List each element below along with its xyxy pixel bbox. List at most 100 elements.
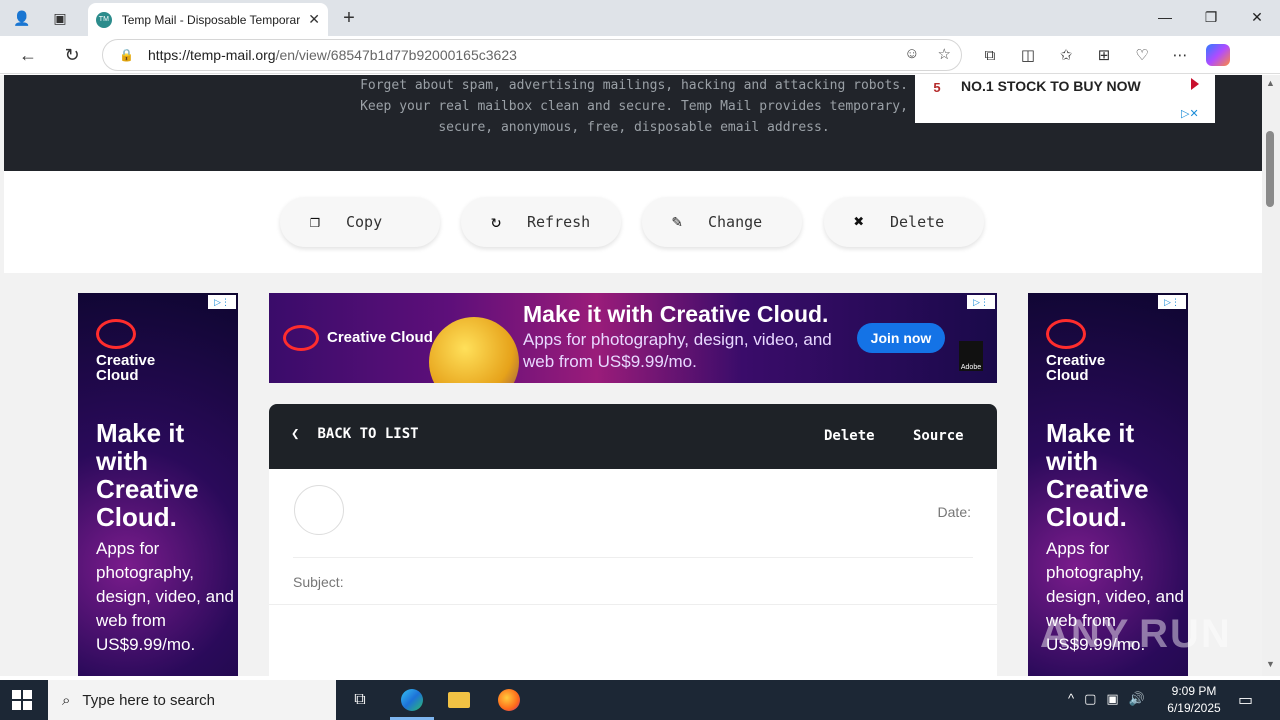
adchoices-icon[interactable]: ▷⋮ xyxy=(967,295,995,309)
join-now-button[interactable]: Join now xyxy=(857,323,945,353)
tray-device-icon[interactable]: ▢ xyxy=(1084,691,1096,707)
restore-icon[interactable]: ❐ xyxy=(1188,0,1234,34)
reading-mode-icon[interactable]: ☺ xyxy=(904,45,919,63)
web-page: Forget about spam, advertising mailings,… xyxy=(0,75,1262,676)
file-explorer-icon[interactable] xyxy=(446,688,472,712)
refresh-button[interactable]: ↻ Refresh xyxy=(461,197,621,247)
network-icon[interactable]: ▣ xyxy=(1106,691,1118,707)
chevron-left-icon: ❮ xyxy=(291,426,300,442)
url-input[interactable]: 🔒 https://temp-mail.org/en/view/68547b1d… xyxy=(102,39,962,71)
back-to-list-button[interactable]: ❮ BACK TO LIST xyxy=(291,426,419,442)
back-arrow-icon[interactable]: ← xyxy=(14,42,42,68)
page-scrollbar[interactable]: ▲ ▼ xyxy=(1262,75,1280,676)
scroll-up-icon[interactable]: ▲ xyxy=(1266,78,1275,88)
stock-ad-number: 5 xyxy=(933,79,941,95)
hero-line: secure, anonymous, free, disposable emai… xyxy=(438,120,830,135)
split-screen-icon[interactable]: ◫ xyxy=(1016,44,1040,66)
creative-cloud-logo-icon xyxy=(96,319,136,349)
favorite-star-icon[interactable]: ☆ xyxy=(938,45,951,63)
new-tab-icon[interactable]: + xyxy=(336,6,362,30)
delete-button[interactable]: ✖ Delete xyxy=(824,197,984,247)
more-menu-icon[interactable]: ⋯ xyxy=(1168,44,1192,66)
notifications-icon[interactable]: ▭ xyxy=(1238,690,1253,710)
banner-body: Apps for photography, design, video, and… xyxy=(523,330,832,371)
scroll-thumb[interactable] xyxy=(1266,131,1274,207)
taskbar-clock[interactable]: 9:09 PM 6/19/2025 xyxy=(1166,683,1222,717)
stock-ad-arrow-icon[interactable] xyxy=(1191,78,1199,90)
taskbar-search-input[interactable]: ⌕ Type here to search xyxy=(48,680,336,720)
stock-ad-text: NO.1 STOCK TO BUY NOW xyxy=(961,78,1141,94)
mail-source-link[interactable]: Source xyxy=(913,428,964,444)
url-domain: https://temp-mail.org xyxy=(147,47,276,63)
change-button[interactable]: ✎ Change xyxy=(642,197,802,247)
clock-date: 6/19/2025 xyxy=(1167,701,1221,715)
profile-icon[interactable]: 👤 xyxy=(8,6,36,30)
subject-label: Subject: xyxy=(293,574,344,590)
adchoices-icon[interactable]: ▷✕ xyxy=(1181,107,1199,120)
sender-avatar xyxy=(294,485,344,535)
clock-time: 9:09 PM xyxy=(1171,684,1217,698)
system-tray: ^ ▢ ▣ 🔊 xyxy=(1068,691,1145,707)
copy-label: Copy xyxy=(346,213,383,231)
edge-icon[interactable] xyxy=(399,688,425,712)
refresh-label: Refresh xyxy=(527,213,591,231)
ad-brand: Creative Cloud xyxy=(1046,352,1106,384)
ad-headline: Make it with Creative Cloud. xyxy=(1046,418,1149,532)
ad-headline: Make it with Creative Cloud. xyxy=(96,418,199,532)
windows-start-icon[interactable] xyxy=(12,690,32,710)
hero-line: Forget about spam, advertising mailings,… xyxy=(360,78,908,93)
delete-label: Delete xyxy=(890,213,945,231)
browser-essentials-icon[interactable]: ♡ xyxy=(1130,44,1154,66)
tempmail-favicon-icon: TM xyxy=(96,11,112,28)
stock-ad[interactable]: 5 NO.1 STOCK TO BUY NOW ▷✕ xyxy=(915,75,1215,123)
windows-taskbar: ⌕ Type here to search ⧉ ^ ▢ ▣ 🔊 9:09 PM … xyxy=(0,680,1280,720)
banner-brand: Creative Cloud xyxy=(327,329,433,346)
lock-icon[interactable]: 🔒 xyxy=(119,48,134,62)
copilot-icon[interactable] xyxy=(1206,44,1230,66)
extensions-icon[interactable]: ⧉ xyxy=(978,44,1002,66)
hero-line: Keep your real mailbox clean and secure.… xyxy=(360,99,908,114)
reload-icon[interactable]: ↻ xyxy=(58,42,86,68)
scroll-down-icon[interactable]: ▼ xyxy=(1266,659,1275,669)
back-to-list-label: BACK TO LIST xyxy=(317,426,419,442)
creative-cloud-logo-icon xyxy=(283,325,319,351)
pen-icon: ✎ xyxy=(671,212,683,232)
copy-icon: ❐ xyxy=(309,212,321,232)
divider xyxy=(269,604,997,605)
tray-chevron-up-icon[interactable]: ^ xyxy=(1068,691,1074,707)
tab-title: Temp Mail - Disposable Temporar xyxy=(121,12,301,27)
planet-graphic xyxy=(429,317,519,383)
ad-body: Apps for photography, design, video, and… xyxy=(96,539,234,654)
task-view-icon[interactable]: ⧉ xyxy=(347,688,373,712)
favorites-icon[interactable]: ✩ xyxy=(1054,44,1078,66)
volume-icon[interactable]: 🔊 xyxy=(1129,691,1145,707)
window-close-icon[interactable]: ✕ xyxy=(1234,0,1280,34)
browser-tab-active[interactable]: TM Temp Mail - Disposable Temporar ✕ xyxy=(88,3,328,36)
delete-x-icon: ✖ xyxy=(853,212,865,232)
left-ad[interactable]: ▷⋮ Creative Cloud Make it with Creative C… xyxy=(78,293,238,676)
date-label: Date: xyxy=(937,504,971,520)
browser-tab-bar: 👤 ▣ TM Temp Mail - Disposable Temporar ✕… xyxy=(0,0,1280,36)
mail-delete-link[interactable]: Delete xyxy=(824,428,875,444)
refresh-icon: ↻ xyxy=(490,212,502,232)
mail-toolbar: ❮ BACK TO LIST Delete Source xyxy=(269,404,997,469)
copy-button[interactable]: ❐ Copy xyxy=(280,197,440,247)
tab-actions-icon[interactable]: ▣ xyxy=(46,6,74,30)
change-label: Change xyxy=(708,213,763,231)
banner-ad[interactable]: ▷⋮ Creative Cloud Make it with Creative … xyxy=(269,293,997,383)
collections-icon[interactable]: ⊞ xyxy=(1092,44,1116,66)
address-bar-row: ← ↻ 🔒 https://temp-mail.org/en/view/6854… xyxy=(0,36,1280,74)
adchoices-icon[interactable]: ▷⋮ xyxy=(208,295,236,309)
creative-cloud-logo-icon xyxy=(1046,319,1086,349)
hero-description: Forget about spam, advertising mailings,… xyxy=(334,75,934,138)
mail-body: Date: Subject: xyxy=(269,469,997,676)
minimize-icon[interactable]: — xyxy=(1142,0,1188,34)
adobe-logo-icon: Adobe xyxy=(959,341,983,371)
firefox-icon[interactable] xyxy=(496,688,522,712)
ad-brand: Creative Cloud xyxy=(96,352,156,384)
anyrun-watermark: ANY.RUN xyxy=(1040,612,1232,656)
adchoices-icon[interactable]: ▷⋮ xyxy=(1158,295,1186,309)
search-icon: ⌕ xyxy=(62,691,71,709)
divider xyxy=(293,557,973,558)
tab-close-icon[interactable]: ✕ xyxy=(308,11,320,28)
